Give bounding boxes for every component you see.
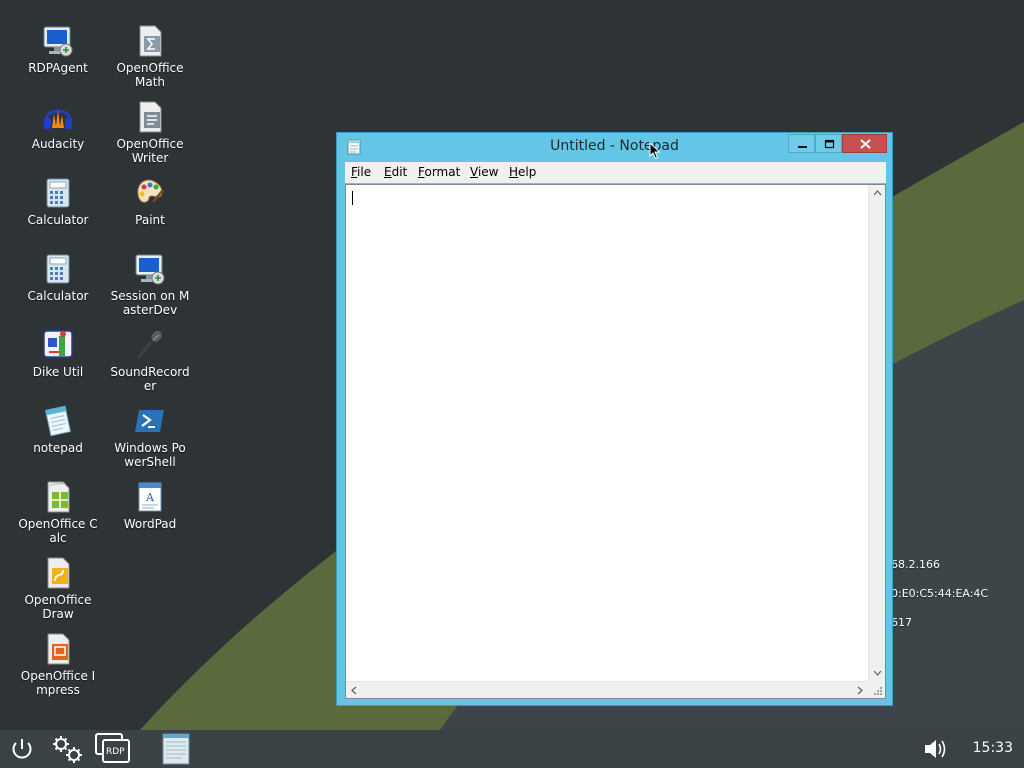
taskbar-clock: 15:33 bbox=[972, 740, 1013, 756]
menu-view[interactable]: View bbox=[470, 165, 498, 179]
desktop-icon-openoffice-writer[interactable]: OpenOffice Writer bbox=[110, 100, 190, 165]
desktop-icon-session-on-masterdev[interactable]: Session on MasterDev bbox=[110, 252, 190, 317]
menu-file[interactable]: File bbox=[351, 165, 371, 179]
desktop-icon-audacity[interactable]: Audacity bbox=[18, 100, 98, 151]
minimize-icon bbox=[798, 146, 807, 148]
desktop-info-mac: 0:E0:C5:44:EA:4C bbox=[891, 587, 989, 600]
desktop-icon-label: Calculator bbox=[27, 213, 89, 227]
desktop-icon-label: Audacity bbox=[31, 137, 85, 151]
resize-grip[interactable] bbox=[868, 681, 885, 698]
desktop-icon-label: notepad bbox=[33, 441, 83, 455]
volume-icon[interactable] bbox=[922, 730, 950, 768]
desktop-icon-label: WordPad bbox=[123, 517, 177, 531]
paint-palette-icon bbox=[137, 179, 164, 203]
calculator-icon bbox=[46, 178, 70, 208]
close-icon bbox=[860, 139, 871, 149]
notepad-taskbar-button[interactable] bbox=[160, 730, 192, 768]
vertical-scrollbar[interactable] bbox=[868, 185, 885, 681]
resize-grip-icon bbox=[874, 687, 882, 695]
scroll-left-icon[interactable] bbox=[346, 682, 363, 699]
desktop-icon-label: OpenOffice Math bbox=[116, 61, 184, 89]
mouse-cursor-icon bbox=[649, 142, 661, 160]
menu-help-accel: H bbox=[509, 165, 519, 179]
desktop-icon-paint[interactable]: Paint bbox=[110, 176, 190, 227]
scroll-down-icon[interactable] bbox=[869, 664, 886, 681]
desktop-icon-dike-util[interactable]: Dike Util bbox=[18, 328, 98, 379]
openoffice-writer-icon bbox=[139, 101, 162, 133]
desktop-icon-wordpad[interactable]: A WordPad bbox=[110, 480, 190, 531]
svg-text:A: A bbox=[145, 491, 155, 504]
scroll-right-icon[interactable] bbox=[851, 682, 868, 699]
notepad-window[interactable]: Untitled - Notepad File Edit Format View… bbox=[336, 132, 893, 706]
notepad-icon bbox=[44, 405, 72, 437]
desktop-icon-label: OpenOffice Impress bbox=[20, 669, 96, 697]
menu-view-rest: iew bbox=[477, 165, 499, 179]
gear-icon[interactable] bbox=[48, 730, 88, 768]
scroll-up-icon[interactable] bbox=[869, 185, 886, 202]
maximize-button[interactable] bbox=[815, 134, 842, 153]
openoffice-calc-icon bbox=[47, 481, 70, 513]
desktop-icon-openoffice-math[interactable]: OpenOffice Math bbox=[110, 24, 190, 89]
desktop-icon-openoffice-calc[interactable]: OpenOffice Calc bbox=[18, 480, 98, 545]
text-caret bbox=[352, 191, 353, 205]
menu-edit[interactable]: Edit bbox=[384, 165, 407, 179]
window-titlebar[interactable]: Untitled - Notepad bbox=[337, 133, 892, 161]
menu-format[interactable]: Format bbox=[418, 165, 460, 179]
desktop-icon-label: Dike Util bbox=[32, 365, 84, 379]
rdp-label: RDP bbox=[106, 747, 125, 757]
rdp-button[interactable]: RDP bbox=[94, 730, 132, 768]
desktop-icon-windows-powershell[interactable]: Windows PowerShell bbox=[110, 404, 190, 469]
desktop-info-ip: 68.2.166 bbox=[891, 558, 940, 571]
desktop-icon-label: Windows PowerShell bbox=[114, 441, 186, 469]
dike-util-icon bbox=[43, 330, 73, 358]
openoffice-impress-icon bbox=[47, 633, 70, 665]
calculator-icon bbox=[46, 254, 70, 284]
menu-edit-accel: E bbox=[384, 165, 392, 179]
desktop-icon-rdpagent[interactable]: RDPAgent bbox=[18, 24, 98, 75]
desktop-icon-calculator-1[interactable]: Calculator bbox=[18, 176, 98, 227]
taskbar: RDP 15:33 bbox=[0, 730, 1024, 768]
desktop-info-id: 617 bbox=[891, 616, 912, 629]
minimize-button[interactable] bbox=[788, 134, 815, 153]
desktop-icon-label: OpenOffice Writer bbox=[116, 137, 184, 165]
desktop-icon-label: Session on MasterDev bbox=[110, 289, 190, 317]
menu-help[interactable]: Help bbox=[509, 165, 536, 179]
menu-file-rest: ile bbox=[357, 165, 372, 179]
desktop-icon-label: Calculator bbox=[27, 289, 89, 303]
desktop-icon-label: SoundRecorder bbox=[110, 365, 190, 393]
power-icon[interactable] bbox=[6, 730, 38, 768]
openoffice-math-icon bbox=[139, 25, 162, 57]
desktop-icon-label: Paint bbox=[135, 213, 165, 227]
menu-bar: File Edit Format View Help bbox=[345, 162, 886, 183]
microphone-icon bbox=[136, 329, 164, 359]
desktop-icon-label: RDPAgent bbox=[28, 61, 88, 75]
text-editor-area[interactable] bbox=[345, 184, 886, 699]
desktop-icon-calculator-2[interactable]: Calculator bbox=[18, 252, 98, 303]
desktop-icon-notepad[interactable]: notepad bbox=[18, 404, 98, 455]
menu-format-rest: ormat bbox=[424, 165, 461, 179]
desktop-icon-label: OpenOffice Draw bbox=[24, 593, 92, 621]
wordpad-icon: A bbox=[138, 482, 162, 512]
maximize-icon bbox=[824, 139, 835, 149]
audacity-icon bbox=[44, 109, 72, 129]
horizontal-scrollbar[interactable] bbox=[346, 681, 868, 698]
menu-help-rest: elp bbox=[518, 165, 537, 179]
monitor-remote-icon bbox=[43, 26, 73, 57]
openoffice-draw-icon bbox=[47, 557, 70, 589]
menu-view-accel: V bbox=[470, 165, 478, 179]
desktop-icon-label: OpenOffice Calc bbox=[18, 517, 98, 545]
powershell-icon bbox=[135, 410, 164, 432]
monitor-remote-icon bbox=[135, 254, 165, 285]
close-button[interactable] bbox=[842, 134, 887, 153]
desktop-icon-openoffice-impress[interactable]: OpenOffice Impress bbox=[18, 632, 98, 697]
menu-edit-rest: dit bbox=[391, 165, 408, 179]
desktop-icon-soundrecorder[interactable]: SoundRecorder bbox=[110, 328, 190, 393]
desktop-icon-openoffice-draw[interactable]: OpenOffice Draw bbox=[18, 556, 98, 621]
